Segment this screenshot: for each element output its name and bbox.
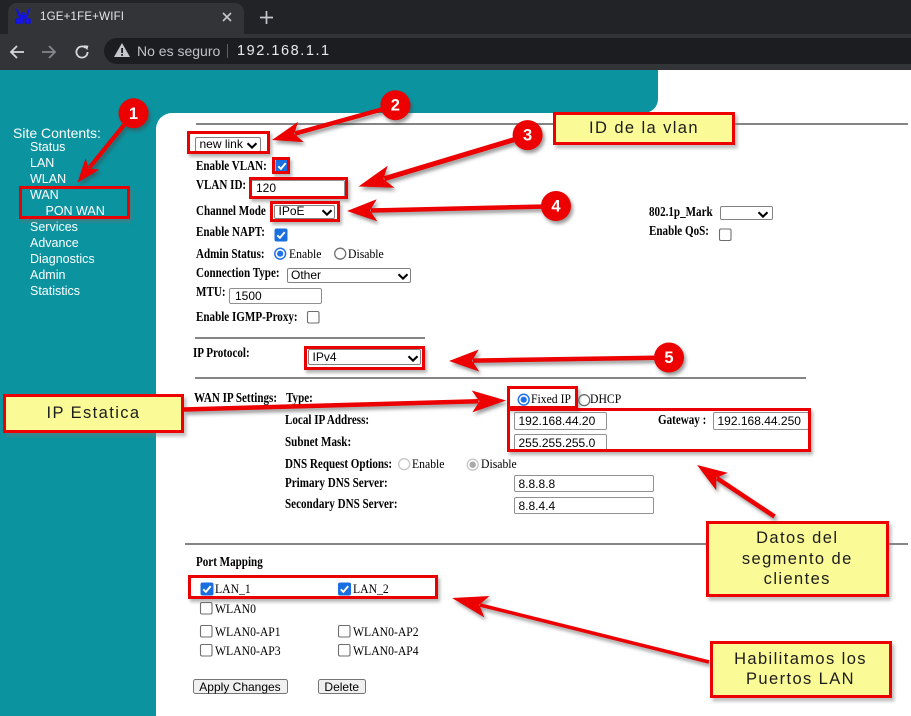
svg-text:1: 1 [129, 105, 138, 123]
svg-text:5: 5 [664, 349, 673, 367]
svg-text:3: 3 [523, 127, 532, 145]
svg-text:4: 4 [551, 198, 561, 216]
svg-text:2: 2 [391, 97, 400, 115]
